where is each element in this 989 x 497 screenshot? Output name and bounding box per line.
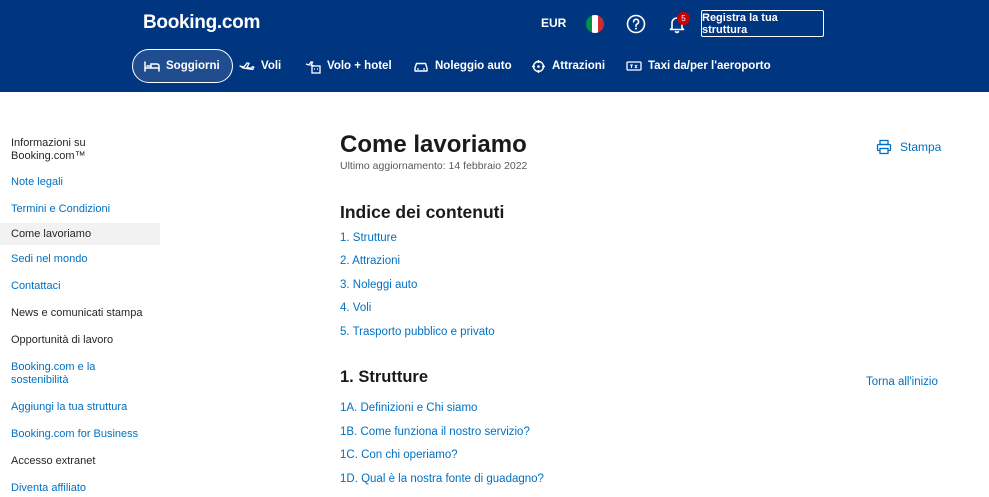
nav-tab-label: Volo + hotel: [327, 60, 392, 72]
sidebar-item-terms[interactable]: Termini e Condizioni: [0, 203, 160, 216]
nav-tab-label: Soggiorni: [166, 60, 220, 72]
nav-tab-car-rental[interactable]: Noleggio auto: [413, 49, 512, 83]
section-title: 1. Strutture: [340, 368, 429, 386]
toc-link-car-rentals[interactable]: 3. Noleggi auto: [340, 279, 417, 291]
help-icon[interactable]: [626, 14, 646, 34]
print-button[interactable]: Stampa: [876, 139, 941, 155]
toc-link-properties[interactable]: 1. Strutture: [340, 232, 397, 244]
sidebar-item-about[interactable]: Informazioni su Booking.com™: [0, 137, 110, 163]
taxi-icon: [626, 61, 642, 71]
subsection-link-1a[interactable]: 1A. Definizioni e Chi siamo: [340, 402, 477, 414]
last-updated: Ultimo aggiornamento: 14 febbraio 2022: [340, 160, 528, 172]
nav-tab-label: Noleggio auto: [435, 60, 512, 72]
language-flag-icon[interactable]: [586, 15, 604, 33]
subsection-link-1c[interactable]: 1C. Con chi operiamo?: [340, 449, 458, 461]
sidebar-item-add-property[interactable]: Aggiungi la tua struttura: [0, 401, 160, 414]
toc-link-flights[interactable]: 4. Voli: [340, 302, 371, 314]
plane-hotel-icon: [305, 60, 321, 74]
register-property-button[interactable]: Registra la tua struttura: [701, 10, 824, 37]
toc-title: Indice dei contenuti: [340, 202, 505, 222]
car-icon: [414, 62, 428, 72]
toc-link-transport[interactable]: 5. Trasporto pubblico e privato: [340, 326, 495, 338]
nav-tab-label: Voli: [261, 60, 282, 72]
toc-link-attractions[interactable]: 2. Attrazioni: [340, 255, 400, 267]
plane-icon: [239, 62, 255, 71]
nav-tab-airport-taxi[interactable]: Taxi da/per l'aeroporto: [626, 49, 771, 83]
page-title: Come lavoriamo: [340, 131, 527, 158]
sidebar-item-careers[interactable]: Opportunità di lavoro: [0, 334, 160, 347]
sidebar-item-press[interactable]: News e comunicati stampa: [0, 307, 160, 320]
booking-logo[interactable]: Booking.com: [143, 12, 260, 34]
nav-tab-label: Attrazioni: [552, 60, 606, 72]
nav-tab-flights[interactable]: Voli: [239, 49, 281, 83]
notifications-badge: 5: [677, 12, 690, 25]
sidebar-item-offices[interactable]: Sedi nel mondo: [0, 253, 160, 266]
sidebar-item-sustainability[interactable]: Booking.com e la sostenibilità: [0, 361, 105, 387]
nav-tab-label: Taxi da/per l'aeroporto: [648, 60, 771, 72]
nav-tab-stays[interactable]: Soggiorni: [132, 49, 233, 83]
top-header: Booking.com EUR 5 Registra la tua strutt…: [0, 0, 989, 92]
subsection-link-1d[interactable]: 1D. Qual è la nostra fonte di guadagno?: [340, 473, 544, 485]
flag-stripe-red: [598, 15, 604, 33]
sidebar-item-contact[interactable]: Contattaci: [0, 280, 160, 293]
back-to-top-link[interactable]: Torna all'inizio: [866, 376, 938, 388]
print-label: Stampa: [900, 140, 942, 154]
sidebar-item-affiliate[interactable]: Diventa affiliato: [0, 482, 160, 495]
sidebar-item-business[interactable]: Booking.com for Business: [0, 428, 160, 441]
sidebar-item-extranet[interactable]: Accesso extranet: [0, 455, 160, 468]
nav-tab-attractions[interactable]: Attrazioni: [531, 49, 605, 83]
printer-icon: [876, 139, 892, 155]
sidebar-item-legal[interactable]: Note legali: [0, 176, 160, 189]
subsection-link-1b[interactable]: 1B. Come funziona il nostro servizio?: [340, 426, 530, 438]
currency-selector[interactable]: EUR: [541, 16, 566, 30]
nav-tab-flight-hotel[interactable]: Volo + hotel: [305, 49, 392, 83]
sidebar-item-how-we-work[interactable]: Come lavoriamo: [0, 223, 160, 245]
attractions-icon: [532, 59, 545, 73]
product-nav: Soggiorni Voli Volo + hotel Noleggio aut…: [0, 49, 989, 83]
bed-icon: [144, 61, 160, 72]
